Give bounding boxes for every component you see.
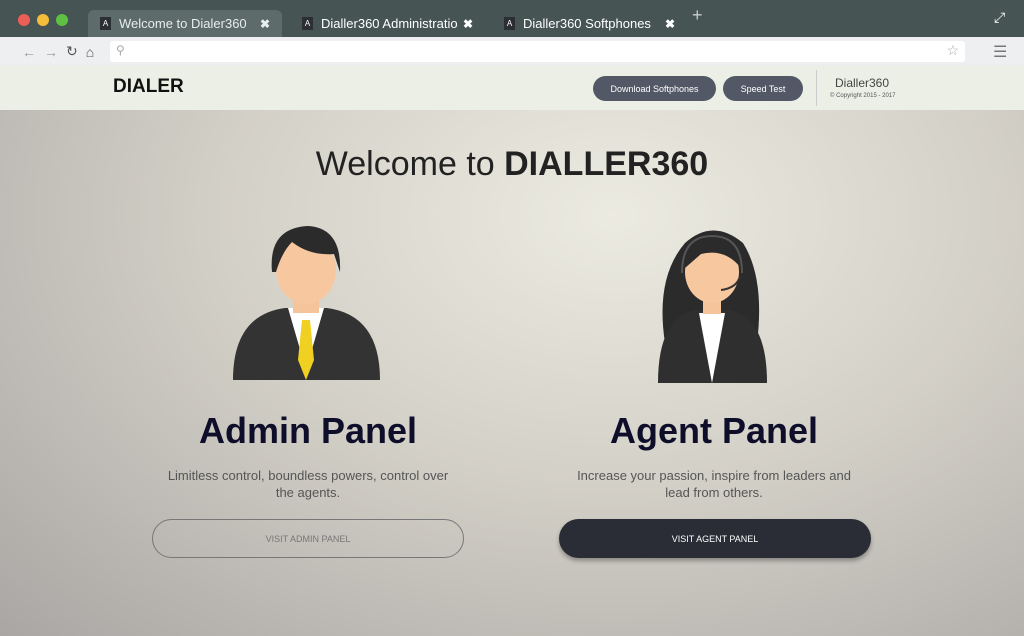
favicon-icon: A — [302, 17, 313, 30]
tab-softphones[interactable]: A Dialler360 Softphones ✖ — [492, 10, 687, 37]
home-icon[interactable]: ⌂ — [86, 44, 94, 60]
fullscreen-icon[interactable]: ⤢ — [994, 9, 1005, 26]
search-icon: ⚲ — [116, 43, 125, 57]
close-tab-icon[interactable]: ✖ — [463, 17, 473, 31]
address-bar[interactable]: ⚲ ☆ — [110, 41, 965, 62]
close-tab-icon[interactable]: ✖ — [665, 17, 675, 31]
logo[interactable]: DIALER — [113, 76, 184, 98]
favicon-icon: A — [504, 17, 515, 30]
speed-test-button[interactable]: Speed Test — [723, 76, 803, 101]
download-softphones-button[interactable]: Download Softphones — [593, 76, 716, 101]
divider — [816, 70, 817, 106]
close-tab-icon[interactable]: ✖ — [260, 17, 270, 31]
visit-admin-panel-button[interactable]: VISIT ADMIN PANEL — [152, 519, 464, 558]
minimize-window-button[interactable] — [37, 14, 49, 26]
agent-avatar — [658, 230, 767, 383]
close-window-button[interactable] — [18, 14, 30, 26]
admin-panel-description: Limitless control, boundless powers, con… — [167, 468, 449, 500]
agent-panel-title: Agent Panel — [609, 410, 819, 451]
menu-icon[interactable]: ☰ — [993, 42, 1007, 62]
reload-icon[interactable]: ↻ — [66, 43, 78, 60]
tab-welcome[interactable]: A Welcome to Dialer360 ✖ — [88, 10, 282, 37]
agent-panel-description: Increase your passion, inspire from lead… — [577, 468, 851, 500]
forward-icon[interactable]: → — [44, 44, 58, 60]
brand-name: Dialler360 — [835, 76, 890, 90]
visit-agent-panel-button[interactable]: VISIT AGENT PANEL — [559, 519, 871, 558]
favicon-icon: A — [100, 17, 111, 30]
new-tab-button[interactable]: + — [692, 5, 703, 26]
tab-administration[interactable]: A Dialler360 Administratio ✖ — [290, 10, 485, 37]
back-icon[interactable]: ← — [22, 44, 36, 60]
main-background — [0, 110, 1024, 636]
bookmark-star-icon[interactable]: ☆ — [946, 42, 959, 59]
browser-toolbar: ← → ↻ ⌂ ⚲ ☆ ☰ — [0, 37, 1024, 66]
admin-panel-title: Admin Panel — [198, 410, 418, 451]
admin-avatar — [233, 226, 380, 380]
copyright: © Copyright 2015 - 2017 — [830, 93, 896, 99]
tab-bar: A Welcome to Dialer360 ✖ A Dialler360 Admin… — [0, 0, 1024, 37]
site-header: DIALER Download Softphones Speed Test Di… — [0, 66, 1024, 110]
page-title: Welcome to DIALLER360 — [315, 145, 709, 183]
maximize-window-button[interactable] — [56, 14, 68, 26]
